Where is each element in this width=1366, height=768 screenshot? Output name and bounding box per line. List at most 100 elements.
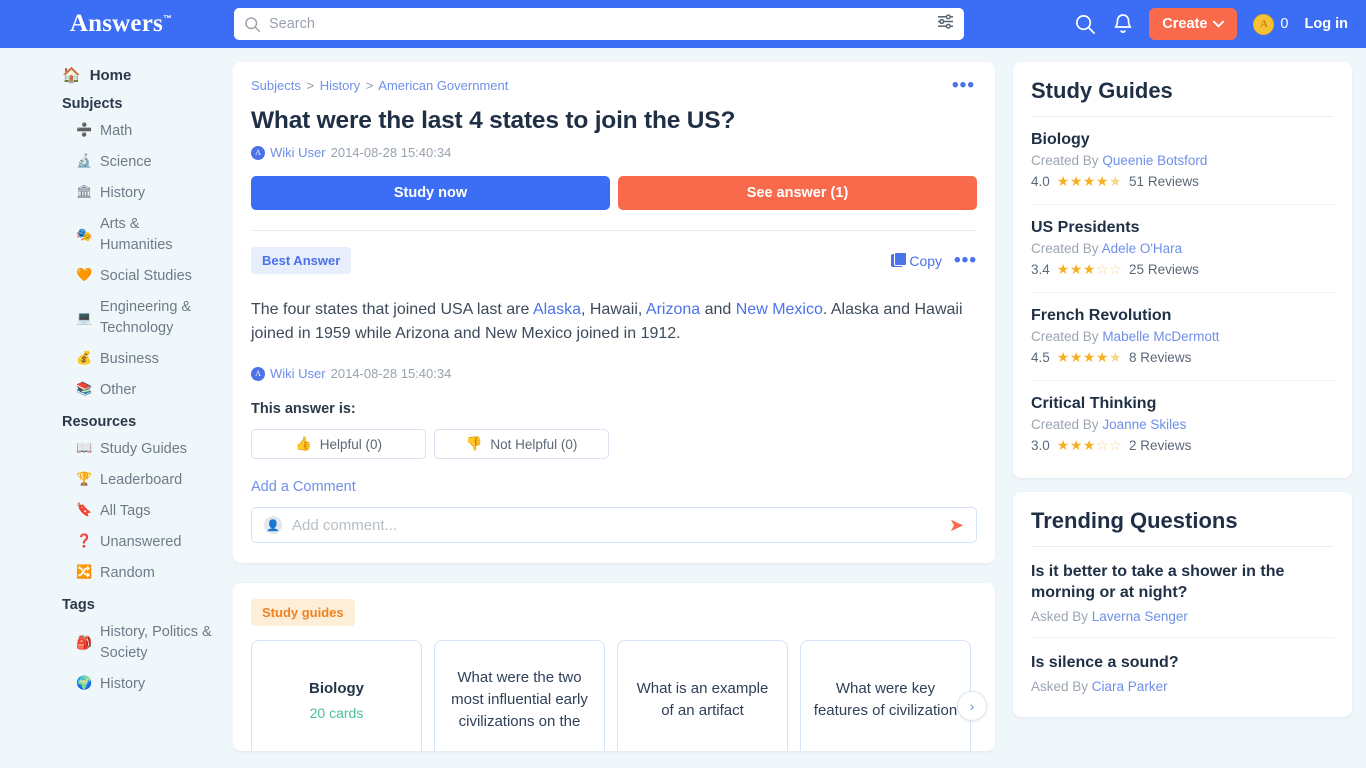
sidebar-item-history[interactable]: 🏛 History <box>0 178 233 209</box>
study-guide-card-count: 20 cards <box>309 704 364 721</box>
created-by-label: Created By <box>1031 153 1099 168</box>
money-icon: 💰 <box>76 350 93 366</box>
sidebar-item-unanswered[interactable]: ❓ Unanswered <box>0 527 233 558</box>
create-button[interactable]: Create <box>1149 8 1238 40</box>
notifications-bell-icon[interactable] <box>1113 13 1133 35</box>
sidebar-item-tag-history[interactable]: 🌍 History <box>0 669 233 700</box>
copy-button[interactable]: Copy <box>891 252 942 269</box>
creator-link[interactable]: Mabelle McDermott <box>1102 329 1219 344</box>
question-date: 2014-08-28 15:40:34 <box>330 145 452 160</box>
study-guide-tile[interactable]: Biology 20 cards <box>251 640 422 751</box>
asker-link[interactable]: Ciara Parker <box>1092 679 1168 694</box>
sidebar-item-other[interactable]: 📚 Other <box>0 375 233 406</box>
microscope-icon: 🔬 <box>76 153 93 169</box>
sidebar-item-leaderboard[interactable]: 🏆 Leaderboard <box>0 465 233 496</box>
top-header: Answers™ Create A 0 Log in <box>0 0 1366 48</box>
search-bar[interactable] <box>234 8 964 40</box>
sidebar-heading-tags: Tags <box>62 597 95 614</box>
not-helpful-label: Not Helpful (0) <box>490 436 578 452</box>
study-guide-item: US Presidents Created By Adele O'Hara 3.… <box>1031 219 1334 278</box>
see-answer-button[interactable]: See answer (1) <box>618 176 977 210</box>
answer-menu-icon[interactable]: ••• <box>954 251 977 270</box>
thumbs-up-icon: 👍 <box>294 436 312 451</box>
vote-buttons: 👍 Helpful (0) 👎 Not Helpful (0) <box>251 429 977 459</box>
question-author[interactable]: Wiki User <box>270 145 326 160</box>
laptop-icon: 💻 <box>76 309 93 325</box>
points-indicator[interactable]: A 0 <box>1253 13 1289 35</box>
sidebar-item-math[interactable]: ➗ Math <box>0 116 233 147</box>
question-menu-icon[interactable]: ••• <box>952 76 975 95</box>
study-guide-name[interactable]: French Revolution <box>1031 307 1334 325</box>
sidebar-item-history-politics-society[interactable]: 🎒 History, Politics & Society <box>0 617 233 669</box>
trending-questions-title: Trending Questions <box>1031 508 1238 533</box>
creator-link[interactable]: Adele O'Hara <box>1102 241 1183 256</box>
answer-byline: A Wiki User 2014-08-28 15:40:34 <box>251 366 977 381</box>
divider <box>251 230 977 231</box>
sidebar-item-home[interactable]: 🏠 Home <box>0 62 233 88</box>
sidebar-item-study-guides[interactable]: 📖 Study Guides <box>0 434 233 465</box>
search-filter-icon[interactable] <box>937 14 954 34</box>
not-helpful-button[interactable]: 👎 Not Helpful (0) <box>434 429 609 459</box>
breadcrumb-subjects[interactable]: Subjects <box>251 78 301 93</box>
creator-link[interactable]: Joanne Skiles <box>1102 417 1186 432</box>
copy-icon <box>891 252 908 267</box>
theater-masks-icon: 🎭 <box>76 226 93 242</box>
study-guide-name[interactable]: US Presidents <box>1031 219 1334 237</box>
asker-link[interactable]: Laverna Senger <box>1092 609 1188 624</box>
answer-link-new-mexico[interactable]: New Mexico <box>736 301 823 318</box>
sidebar-item-science[interactable]: 🔬 Science <box>0 147 233 178</box>
study-guide-rating: 4.0 ★★★★★ 51 Reviews <box>1031 173 1334 190</box>
star-rating-icon: ★★★★★ <box>1056 173 1123 189</box>
study-guides-panel-title: Study Guides <box>1031 78 1173 103</box>
logo-tm: ™ <box>162 13 173 24</box>
study-guide-tile[interactable]: What were the two most influential early… <box>434 640 605 751</box>
comment-input-row[interactable]: 👤 ➤ <box>251 507 977 543</box>
right-rail: Study Guides Biology Created By Queenie … <box>1013 48 1366 768</box>
carousel-next-icon[interactable]: › <box>957 691 987 721</box>
search-toggle-icon[interactable] <box>1074 13 1097 36</box>
divider <box>1031 292 1334 293</box>
logo[interactable]: Answers™ <box>0 10 232 38</box>
sidebar-item-label: History <box>100 185 146 202</box>
breadcrumb-american-government[interactable]: American Government <box>378 78 508 93</box>
sidebar-item-arts-humanities[interactable]: 🎭 Arts & Humanities <box>0 209 233 261</box>
trending-question-asker: Asked By Ciara Parker <box>1031 679 1334 694</box>
search-input[interactable] <box>269 16 937 32</box>
question-action-buttons: Study now See answer (1) <box>251 176 977 210</box>
login-link[interactable]: Log in <box>1305 16 1349 32</box>
heart-icon: 🧡 <box>76 267 93 283</box>
study-guide-tile[interactable]: What is an example of an artifact <box>617 640 788 751</box>
study-guide-name[interactable]: Critical Thinking <box>1031 395 1334 413</box>
study-guide-name[interactable]: Biology <box>1031 131 1334 149</box>
create-button-label: Create <box>1162 16 1208 32</box>
answer-link-alaska[interactable]: Alaska <box>533 301 581 318</box>
comment-input[interactable] <box>292 516 939 534</box>
add-a-comment-link[interactable]: Add a Comment <box>251 479 977 495</box>
question-byline: A Wiki User 2014-08-28 15:40:34 <box>251 145 977 160</box>
send-comment-icon[interactable]: ➤ <box>949 516 964 534</box>
review-count: 25 Reviews <box>1129 262 1199 277</box>
sidebar-item-engineering-technology[interactable]: 💻 Engineering & Technology <box>0 292 233 344</box>
sidebar-item-label: Business <box>100 351 159 368</box>
sidebar-item-random[interactable]: 🔀 Random <box>0 558 233 589</box>
trending-question-text[interactable]: Is silence a sound? <box>1031 652 1334 673</box>
answer-part: The four states that joined USA last are <box>251 301 533 318</box>
study-guide-title: Biology <box>309 680 364 698</box>
book-icon: 📖 <box>76 440 93 456</box>
sidebar-item-business[interactable]: 💰 Business <box>0 344 233 375</box>
answer-author[interactable]: Wiki User <box>270 366 326 381</box>
breadcrumb-sep: > <box>365 78 374 93</box>
created-by-label: Created By <box>1031 241 1099 256</box>
creator-link[interactable]: Queenie Botsford <box>1102 153 1207 168</box>
answer-link-arizona[interactable]: Arizona <box>646 301 700 318</box>
trending-question-text[interactable]: Is it better to take a shower in the mor… <box>1031 561 1334 603</box>
sidebar-item-social-studies[interactable]: 🧡 Social Studies <box>0 261 233 292</box>
sidebar-item-all-tags[interactable]: 🔖 All Tags <box>0 496 233 527</box>
star-rating-icon: ★★★☆☆ <box>1056 437 1123 453</box>
breadcrumb-history[interactable]: History <box>320 78 360 93</box>
helpful-button[interactable]: 👍 Helpful (0) <box>251 429 426 459</box>
sidebar-item-label: Study Guides <box>100 441 188 458</box>
answer-text: The four states that joined USA last are… <box>251 298 977 346</box>
study-guide-tile[interactable]: What were key features of civilization <box>800 640 971 751</box>
study-now-button[interactable]: Study now <box>251 176 610 210</box>
